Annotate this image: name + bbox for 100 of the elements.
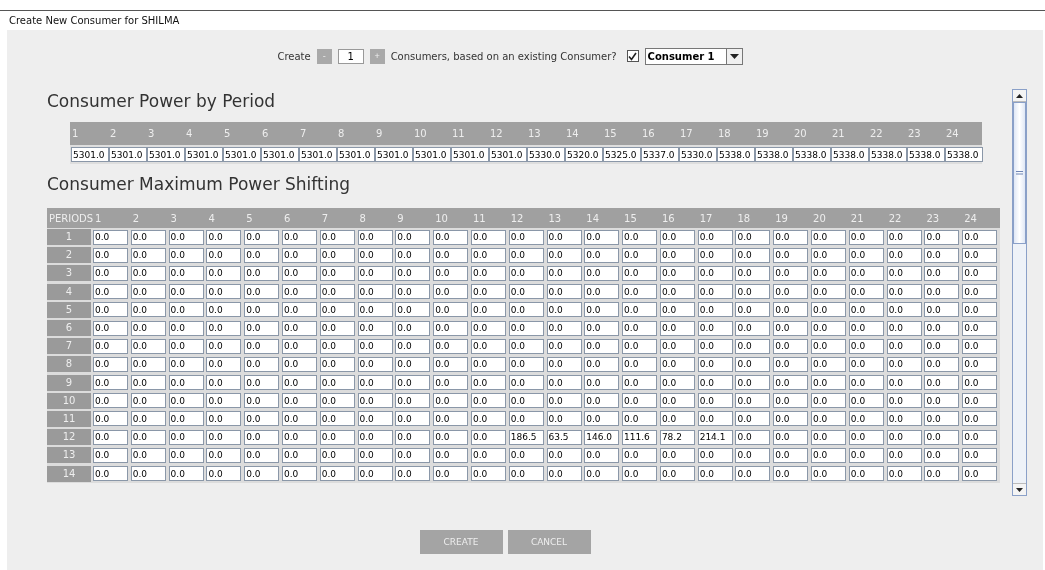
shift-field[interactable]: 0.0	[546, 466, 582, 482]
shift-field[interactable]: 0.0	[886, 356, 922, 372]
shift-field[interactable]: 0.0	[962, 393, 998, 409]
shift-field[interactable]: 0.0	[470, 429, 506, 445]
shift-field[interactable]: 0.0	[962, 338, 998, 354]
shift-field[interactable]: 0.0	[93, 466, 128, 482]
shift-field[interactable]: 146.0	[584, 429, 620, 445]
shift-field[interactable]: 0.0	[735, 338, 771, 354]
shift-field[interactable]: 0.0	[697, 265, 733, 281]
shift-field[interactable]: 0.0	[773, 229, 809, 245]
shift-field[interactable]: 0.0	[395, 302, 431, 318]
shift-field[interactable]: 0.0	[357, 411, 393, 427]
shift-field[interactable]: 0.0	[93, 393, 128, 409]
shift-field[interactable]: 0.0	[470, 229, 506, 245]
shift-field[interactable]: 0.0	[584, 247, 620, 263]
shift-field[interactable]: 0.0	[433, 393, 469, 409]
shift-field[interactable]: 0.0	[811, 284, 847, 300]
shift-field[interactable]: 0.0	[962, 229, 998, 245]
shift-field[interactable]: 0.0	[773, 284, 809, 300]
shift-field[interactable]: 0.0	[697, 247, 733, 263]
shift-field[interactable]: 0.0	[130, 393, 166, 409]
shift-field[interactable]: 0.0	[735, 284, 771, 300]
shift-field[interactable]: 0.0	[395, 265, 431, 281]
shift-field[interactable]: 0.0	[206, 265, 242, 281]
shift-field[interactable]: 0.0	[130, 265, 166, 281]
shift-field[interactable]: 0.0	[622, 320, 658, 336]
shift-field[interactable]: 0.0	[281, 338, 317, 354]
shift-field[interactable]: 0.0	[319, 393, 355, 409]
shift-field[interactable]: 0.0	[886, 447, 922, 463]
shift-field[interactable]: 0.0	[584, 338, 620, 354]
shift-field[interactable]: 63.5	[546, 429, 582, 445]
shift-field[interactable]: 0.0	[584, 447, 620, 463]
shift-field[interactable]: 0.0	[811, 356, 847, 372]
shift-field[interactable]: 0.0	[697, 447, 733, 463]
shift-field[interactable]: 0.0	[433, 338, 469, 354]
shift-field[interactable]: 0.0	[924, 284, 960, 300]
shift-field[interactable]: 0.0	[168, 284, 204, 300]
shift-field[interactable]: 0.0	[319, 375, 355, 391]
shift-field[interactable]: 0.0	[546, 375, 582, 391]
shift-field[interactable]: 0.0	[508, 265, 544, 281]
shift-field[interactable]: 0.0	[470, 302, 506, 318]
shift-field[interactable]: 0.0	[622, 356, 658, 372]
shift-field[interactable]: 0.0	[281, 302, 317, 318]
shift-field[interactable]: 0.0	[130, 375, 166, 391]
shift-field[interactable]: 0.0	[584, 284, 620, 300]
shift-field[interactable]: 0.0	[773, 356, 809, 372]
shift-field[interactable]: 0.0	[433, 411, 469, 427]
shift-field[interactable]: 0.0	[622, 302, 658, 318]
shift-field[interactable]: 0.0	[130, 466, 166, 482]
shift-field[interactable]: 0.0	[130, 447, 166, 463]
shift-field[interactable]: 0.0	[319, 284, 355, 300]
shift-field[interactable]: 0.0	[546, 265, 582, 281]
shift-field[interactable]: 0.0	[130, 411, 166, 427]
shift-field[interactable]: 0.0	[395, 284, 431, 300]
shift-field[interactable]: 0.0	[433, 265, 469, 281]
power-field[interactable]: 5338.0	[717, 147, 755, 162]
shift-field[interactable]: 0.0	[168, 229, 204, 245]
shift-field[interactable]: 0.0	[206, 429, 242, 445]
shift-field[interactable]: 0.0	[357, 284, 393, 300]
power-field[interactable]: 5325.0	[603, 147, 641, 162]
shift-field[interactable]: 186.5	[508, 429, 544, 445]
shift-field[interactable]: 0.0	[735, 411, 771, 427]
power-field[interactable]: 5338.0	[793, 147, 831, 162]
shift-field[interactable]: 0.0	[546, 302, 582, 318]
shift-field[interactable]: 0.0	[395, 375, 431, 391]
shift-field[interactable]: 0.0	[962, 284, 998, 300]
shift-field[interactable]: 0.0	[659, 320, 695, 336]
shift-field[interactable]: 0.0	[244, 447, 280, 463]
shift-field[interactable]: 0.0	[622, 284, 658, 300]
power-field[interactable]: 5301.0	[413, 147, 451, 162]
shift-field[interactable]: 0.0	[584, 302, 620, 318]
shift-field[interactable]: 0.0	[206, 466, 242, 482]
vertical-scrollbar[interactable]	[1012, 89, 1027, 496]
shift-field[interactable]: 0.0	[659, 229, 695, 245]
shift-field[interactable]: 0.0	[622, 393, 658, 409]
shift-field[interactable]: 0.0	[395, 229, 431, 245]
shift-field[interactable]: 0.0	[168, 393, 204, 409]
shift-field[interactable]: 0.0	[697, 466, 733, 482]
power-field[interactable]: 5301.0	[147, 147, 185, 162]
shift-field[interactable]: 0.0	[659, 375, 695, 391]
shift-field[interactable]: 0.0	[546, 320, 582, 336]
shift-field[interactable]: 0.0	[244, 320, 280, 336]
shift-field[interactable]: 0.0	[886, 320, 922, 336]
shift-field[interactable]: 0.0	[773, 302, 809, 318]
shift-field[interactable]: 0.0	[357, 338, 393, 354]
shift-field[interactable]: 0.0	[886, 247, 922, 263]
shift-field[interactable]: 0.0	[508, 284, 544, 300]
shift-field[interactable]: 0.0	[886, 393, 922, 409]
shift-field[interactable]: 0.0	[848, 411, 884, 427]
shift-field[interactable]: 0.0	[168, 265, 204, 281]
shift-field[interactable]: 0.0	[735, 393, 771, 409]
shift-field[interactable]: 0.0	[244, 356, 280, 372]
shift-field[interactable]: 0.0	[773, 247, 809, 263]
shift-field[interactable]: 0.0	[962, 466, 998, 482]
shift-field[interactable]: 0.0	[470, 356, 506, 372]
shift-field[interactable]: 0.0	[395, 320, 431, 336]
shift-field[interactable]: 0.0	[470, 320, 506, 336]
shift-field[interactable]: 0.0	[924, 393, 960, 409]
shift-field[interactable]: 0.0	[395, 247, 431, 263]
shift-field[interactable]: 0.0	[848, 375, 884, 391]
